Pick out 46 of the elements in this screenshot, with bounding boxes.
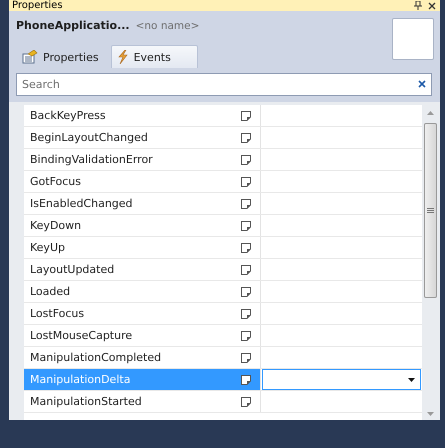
event-name: BindingValidationError <box>30 153 153 166</box>
element-type: PhoneApplicatio... <box>16 19 130 32</box>
property-sheet-icon <box>22 50 38 64</box>
event-handler-icon[interactable] <box>241 242 251 252</box>
event-name: Loaded <box>30 285 70 298</box>
event-name: LostMouseCapture <box>30 329 132 342</box>
grip-icon <box>426 208 434 214</box>
event-name: LayoutUpdated <box>30 263 114 276</box>
event-name: BackKeyPress <box>30 109 106 122</box>
tab[interactable]: Properties <box>16 45 109 68</box>
element-name: <no name> <box>136 20 200 32</box>
event-name: ManipulationStarted <box>30 395 142 408</box>
tab-label: Properties <box>43 50 99 64</box>
panel-title: Properties <box>12 0 63 11</box>
event-handler-icon[interactable] <box>241 154 251 164</box>
event-name: KeyDown <box>30 219 82 232</box>
event-name: ManipulationDelta <box>30 373 130 386</box>
event-handler-icon[interactable] <box>241 374 251 384</box>
event-name: IsEnabledChanged <box>30 197 133 210</box>
event-handler-icon[interactable] <box>241 352 251 362</box>
event-handler-icon[interactable] <box>241 308 251 318</box>
event-handler-icon[interactable] <box>241 176 251 186</box>
event-handler-icon[interactable] <box>241 286 251 296</box>
event-handler-icon[interactable] <box>241 132 251 142</box>
event-name: BeginLayoutChanged <box>30 131 148 144</box>
event-handler-icon[interactable] <box>241 396 251 406</box>
event-handler-icon[interactable] <box>241 198 251 208</box>
event-handler-icon[interactable] <box>241 110 251 120</box>
handler-dropdown[interactable] <box>262 369 421 390</box>
event-handler-icon[interactable] <box>241 220 251 230</box>
tab[interactable]: Events <box>110 45 198 68</box>
tab-label: Events <box>134 50 171 64</box>
event-name: LostFocus <box>30 307 84 320</box>
event-handler-icon[interactable] <box>241 264 251 274</box>
lightning-icon <box>116 50 129 64</box>
pin-icon[interactable] <box>414 1 422 10</box>
search-field[interactable]: Search <box>16 73 432 96</box>
event-name: GotFocus <box>30 175 81 188</box>
close-icon[interactable] <box>428 2 436 10</box>
event-name: KeyUp <box>30 241 65 254</box>
event-name: ManipulationCompleted <box>30 351 162 364</box>
element-preview <box>392 18 434 60</box>
clear-icon[interactable] <box>418 80 426 88</box>
caret-icon[interactable] <box>408 378 415 382</box>
event-handler-icon[interactable] <box>241 330 251 340</box>
scroll-thumb[interactable] <box>424 123 436 298</box>
